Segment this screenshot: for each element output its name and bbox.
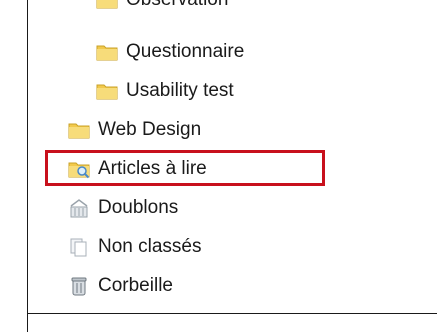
tree-item-usability-test[interactable]: Usability test bbox=[96, 77, 234, 105]
tree-item-label: Articles à lire bbox=[98, 158, 207, 179]
trash-icon bbox=[71, 277, 87, 296]
tree-item-web-design[interactable]: Web Design bbox=[68, 116, 201, 144]
search-folder-icon bbox=[68, 162, 90, 179]
duplicates-icon bbox=[70, 199, 88, 218]
folder-icon bbox=[96, 0, 118, 9]
tree-item-label: Non classés bbox=[98, 236, 202, 257]
tree-item-label: Usability test bbox=[126, 80, 234, 101]
tree-item-questionnaire[interactable]: Questionnaire bbox=[96, 38, 244, 66]
folder-icon bbox=[96, 84, 118, 100]
tree-item-non-classes[interactable]: Non classés bbox=[68, 233, 202, 261]
tree-item-label: Questionnaire bbox=[126, 41, 245, 62]
tree-item-doublons[interactable]: Doublons bbox=[68, 194, 178, 222]
unfiled-icon bbox=[70, 238, 87, 257]
tree-item-label: Web Design bbox=[98, 119, 202, 140]
tree-item-label: Observation bbox=[126, 0, 228, 11]
tree-item-label: Doublons bbox=[98, 197, 179, 218]
tree-item-observation[interactable]: Observation bbox=[96, 0, 228, 14]
folder-icon bbox=[68, 123, 90, 139]
bottom-divider bbox=[28, 313, 437, 314]
tree-item-corbeille[interactable]: Corbeille bbox=[68, 272, 173, 300]
folder-icon bbox=[96, 45, 118, 61]
tree-item-articles-a-lire[interactable]: Articles à lire bbox=[68, 155, 207, 183]
tree-item-label: Corbeille bbox=[98, 275, 173, 296]
folder-tree-panel: Observation Questionnaire Usability test… bbox=[27, 0, 437, 332]
